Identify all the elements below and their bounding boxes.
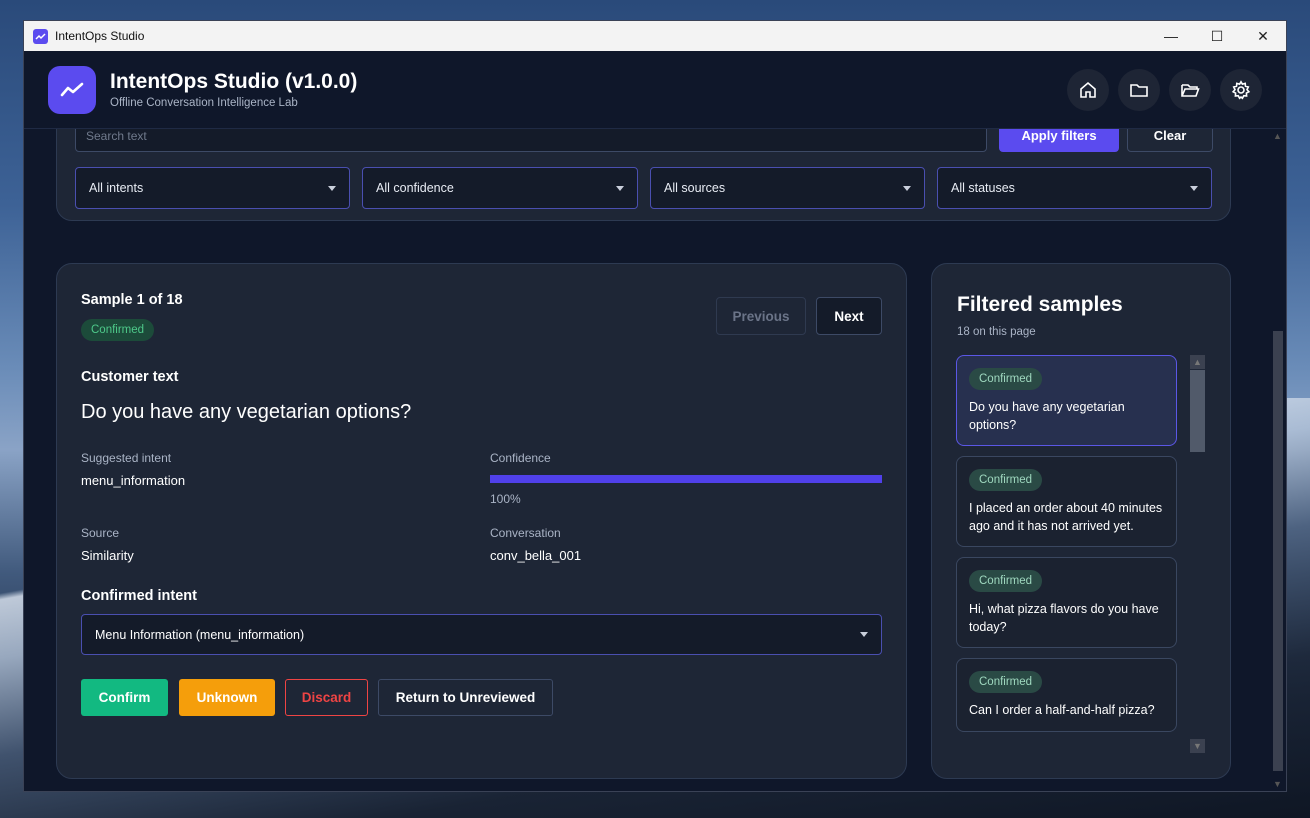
filtered-samples-count: 18 on this page xyxy=(957,326,1036,338)
clear-button[interactable]: Clear xyxy=(1127,129,1213,152)
chevron-down-icon xyxy=(860,632,868,637)
discard-button[interactable]: Discard xyxy=(285,679,368,716)
confidence-bar xyxy=(490,475,882,483)
gear-icon[interactable] xyxy=(1220,68,1262,111)
logo-icon xyxy=(48,65,96,114)
app-title: IntentOps Studio (v1.0.0) xyxy=(110,70,358,93)
suggested-intent-label: Suggested intent xyxy=(81,451,172,465)
confidence-filter-select[interactable]: All confidence xyxy=(362,167,638,209)
apply-filters-button[interactable]: Apply filters xyxy=(999,129,1119,152)
sample-list-scrollbar[interactable]: ▲ ▼ xyxy=(1189,355,1206,753)
sample-list: Confirmed Do you have any vegetarian opt… xyxy=(956,355,1178,753)
status-filter-select[interactable]: All statuses xyxy=(937,167,1212,209)
window-scrollbar[interactable]: ▲ ▼ xyxy=(1269,129,1286,791)
scrollbar-thumb[interactable] xyxy=(1273,331,1283,771)
list-item-text: Can I order a half-and-half pizza? xyxy=(969,703,1155,717)
minimize-button[interactable]: — xyxy=(1148,21,1194,51)
status-badge: Confirmed xyxy=(969,671,1043,693)
filtered-samples-title: Filtered samples xyxy=(957,293,1123,316)
conversation-value: conv_bella_001 xyxy=(490,548,582,563)
folder-icon[interactable] xyxy=(1118,68,1160,111)
chevron-down-icon xyxy=(903,185,911,191)
sample-title: Sample 1 of 18 xyxy=(81,292,183,308)
folder-open-icon[interactable] xyxy=(1169,68,1211,111)
source-label: Source xyxy=(81,526,120,540)
confirmed-intent-label: Confirmed intent xyxy=(81,588,197,604)
list-item[interactable]: Confirmed Do you have any vegetarian opt… xyxy=(956,355,1177,446)
list-item[interactable]: Confirmed I placed an order about 40 min… xyxy=(956,456,1177,547)
intent-filter-value: All intents xyxy=(89,181,144,195)
source-filter-value: All sources xyxy=(664,181,726,195)
intent-filter-select[interactable]: All intents xyxy=(75,167,350,209)
chevron-down-icon xyxy=(1190,185,1198,191)
chevron-down-icon xyxy=(616,185,624,191)
customer-text-label: Customer text xyxy=(81,369,179,385)
list-item-text: I placed an order about 40 minutes ago a… xyxy=(969,501,1163,533)
confirmed-intent-select[interactable]: Menu Information (menu_information) xyxy=(81,614,882,655)
main-content: Search text Apply filters Clear All inte… xyxy=(24,129,1271,791)
close-button[interactable]: ✕ xyxy=(1240,21,1286,51)
chevron-down-icon xyxy=(328,185,336,191)
confirmed-intent-value: Menu Information (menu_information) xyxy=(95,627,305,642)
scroll-down-icon[interactable]: ▼ xyxy=(1190,739,1205,753)
next-button[interactable]: Next xyxy=(816,297,882,335)
app-window: IntentOps Studio — ☐ ✕ IntentOps Studio … xyxy=(23,20,1287,792)
list-item-text: Do you have any vegetarian options? xyxy=(969,400,1125,432)
confidence-label: Confidence xyxy=(490,451,551,465)
status-filter-value: All statuses xyxy=(951,181,1015,195)
source-value: Similarity xyxy=(81,548,134,563)
search-input[interactable]: Search text xyxy=(75,129,987,152)
confidence-bar-fill xyxy=(490,475,882,483)
scroll-up-icon[interactable]: ▲ xyxy=(1190,355,1205,369)
customer-text: Do you have any vegetarian options? xyxy=(81,401,412,423)
list-item[interactable]: Confirmed Can I order a half-and-half pi… xyxy=(956,658,1177,732)
window-title: IntentOps Studio xyxy=(55,29,145,43)
unknown-button[interactable]: Unknown xyxy=(179,679,275,716)
status-badge: Confirmed xyxy=(969,570,1043,592)
list-item-text: Hi, what pizza flavors do you have today… xyxy=(969,602,1159,634)
return-to-unreviewed-button[interactable]: Return to Unreviewed xyxy=(378,679,553,716)
app-header: IntentOps Studio (v1.0.0) Offline Conver… xyxy=(24,51,1286,129)
scroll-down-icon[interactable]: ▼ xyxy=(1271,779,1284,791)
status-badge: Confirmed xyxy=(81,319,155,341)
app-subtitle: Offline Conversation Intelligence Lab xyxy=(110,97,298,109)
app-logo-icon xyxy=(33,28,48,44)
scrollbar-thumb[interactable] xyxy=(1190,370,1205,452)
suggested-intent-value: menu_information xyxy=(81,473,186,488)
home-icon[interactable] xyxy=(1067,68,1109,111)
sample-review-card: Sample 1 of 18 Confirmed Previous Next C… xyxy=(56,263,907,779)
status-badge: Confirmed xyxy=(969,368,1043,390)
confidence-filter-value: All confidence xyxy=(376,181,454,195)
scroll-up-icon[interactable]: ▲ xyxy=(1271,131,1284,143)
status-badge: Confirmed xyxy=(969,469,1043,491)
source-filter-select[interactable]: All sources xyxy=(650,167,925,209)
filtered-samples-panel: Filtered samples 18 on this page Confirm… xyxy=(931,263,1231,779)
conversation-label: Conversation xyxy=(490,526,561,540)
confirm-button[interactable]: Confirm xyxy=(81,679,168,716)
maximize-button[interactable]: ☐ xyxy=(1194,21,1240,51)
previous-button[interactable]: Previous xyxy=(716,297,806,335)
title-bar: IntentOps Studio — ☐ ✕ xyxy=(24,21,1286,51)
list-item[interactable]: Confirmed Hi, what pizza flavors do you … xyxy=(956,557,1177,648)
filter-panel: Search text Apply filters Clear All inte… xyxy=(56,129,1231,221)
confidence-value: 100% xyxy=(490,492,521,506)
